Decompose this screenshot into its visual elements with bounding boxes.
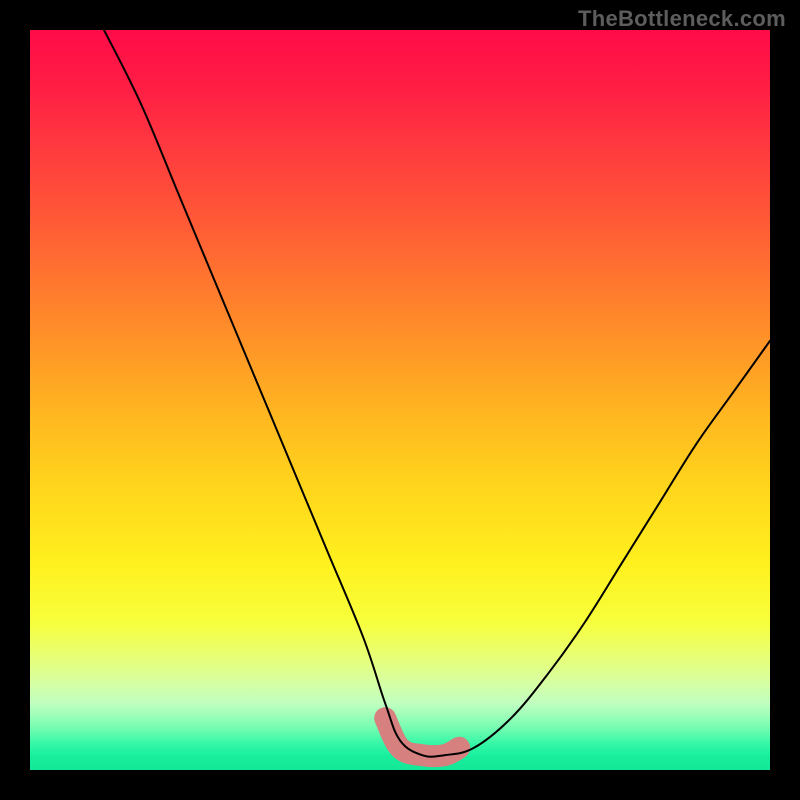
valley-highlight bbox=[385, 718, 459, 756]
plot-area bbox=[30, 30, 770, 770]
watermark-label: TheBottleneck.com bbox=[578, 6, 786, 32]
chart-svg bbox=[30, 30, 770, 770]
chart-frame: TheBottleneck.com bbox=[0, 0, 800, 800]
bottleneck-curve bbox=[104, 30, 770, 757]
